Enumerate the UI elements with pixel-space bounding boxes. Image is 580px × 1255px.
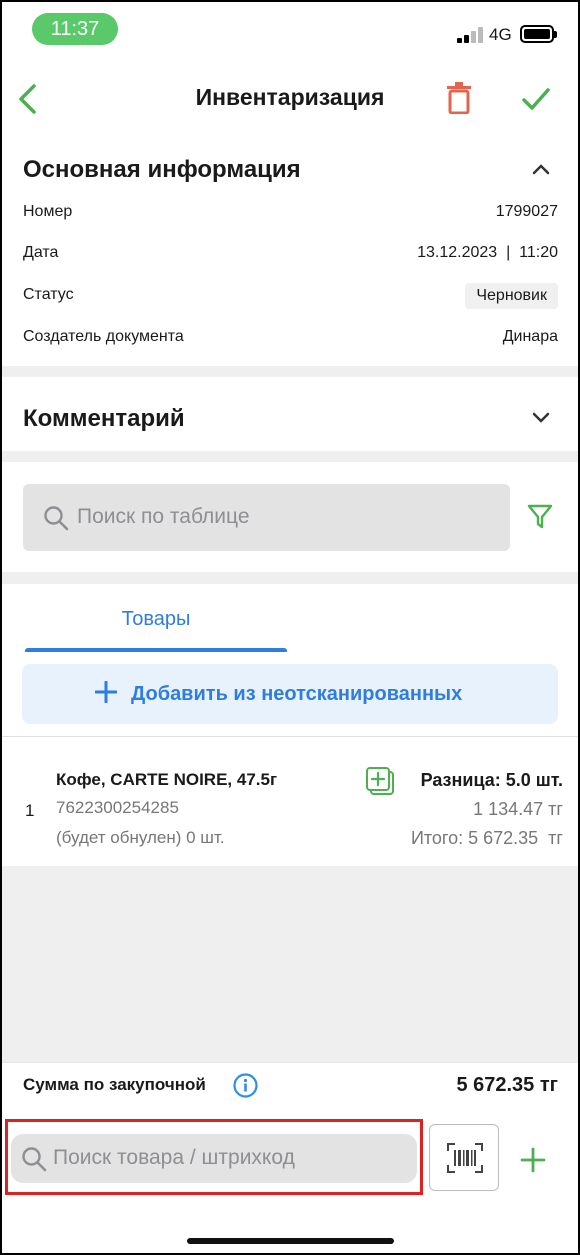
network-type: 4G [489, 25, 512, 44]
basic-info-title: Основная информация [23, 156, 301, 183]
home-indicator [187, 1238, 394, 1244]
sum-label: Сумма по закупочной [23, 1075, 206, 1094]
filter-button[interactable] [527, 503, 553, 531]
info-label: Статус [23, 286, 74, 303]
status-badge: Черновик [465, 283, 558, 309]
comment-section[interactable]: Комментарий [0, 377, 580, 451]
check-icon [522, 88, 550, 110]
tab-goods[interactable]: Товары [25, 584, 287, 652]
plus-icon [520, 1147, 546, 1173]
info-label: Дата [23, 244, 59, 261]
confirm-button[interactable] [520, 84, 552, 114]
comment-title: Комментарий [23, 405, 185, 432]
table-search-section: Поиск по таблице [0, 462, 580, 572]
search-icon [22, 1147, 47, 1172]
trash-icon [447, 82, 471, 115]
product-barcode: 7622300254285 [56, 798, 179, 817]
info-row-number: Номер 1799027 [23, 200, 558, 226]
barcode-icon [447, 1143, 483, 1173]
battery-icon [520, 25, 557, 43]
info-value: 13.12.2023 | 11:20 [417, 244, 558, 261]
goods-search-placeholder: Поиск товара / штрихкод [53, 1146, 295, 1169]
info-icon[interactable] [233, 1073, 258, 1098]
info-label: Номер [23, 203, 73, 220]
goods-search-input[interactable]: Поиск товара / штрихкод [11, 1134, 417, 1183]
info-row-date: Дата 13.12.2023 | 11:20 [23, 241, 558, 267]
info-row-creator: Создатель документа Динара [23, 325, 558, 351]
search-placeholder: Поиск по таблице [77, 505, 250, 528]
sum-value: 5 672.35 тг [456, 1074, 558, 1096]
filter-icon [527, 504, 553, 529]
status-time: 11:37 [32, 13, 118, 45]
product-price: 1 134.47 тг [473, 799, 563, 819]
basic-info-section: Основная информация Номер 1799027 Дата 1… [0, 136, 580, 366]
row-index: 1 [25, 801, 35, 820]
table-search-input[interactable]: Поиск по таблице [23, 484, 510, 551]
status-bar: 11:37 4G [0, 0, 580, 62]
chevron-down-icon[interactable] [532, 411, 550, 423]
signal-icon [457, 27, 485, 43]
add-from-unscanned-button[interactable]: Добавить из неотсканированных [22, 664, 558, 724]
info-value: Динара [502, 328, 558, 345]
tab-underline [25, 648, 287, 652]
bottom-bar: Сумма по закупочной 5 672.35 тг Поиск то… [0, 1062, 580, 1255]
difference-icon [366, 767, 394, 795]
plus-icon [95, 681, 117, 703]
tab-goods-label: Товары [121, 608, 191, 630]
info-value: 1799027 [495, 203, 558, 220]
app-header: Инвентаризация [0, 62, 580, 136]
product-difference: Разница: 5.0 шт. [420, 770, 563, 790]
info-row-status: Статус Черновик [23, 283, 558, 311]
add-from-unscanned-label: Добавить из неотсканированных [131, 683, 463, 705]
chevron-up-icon[interactable] [532, 163, 550, 175]
info-label: Создатель документа [23, 328, 184, 345]
search-icon [44, 506, 69, 531]
barcode-scan-button[interactable] [429, 1124, 499, 1191]
page-title: Инвентаризация [195, 84, 385, 110]
product-name: Кофе, CARTE NOIRE, 47.5г [56, 770, 278, 789]
goods-tabs-section: Товары Добавить из неотсканированных [0, 584, 580, 736]
add-product-button[interactable] [520, 1147, 546, 1173]
product-total: Итого: 5 672.35 тг [410, 828, 563, 848]
product-reset-note: (будет обнулен) 0 шт. [56, 828, 225, 847]
table-row[interactable]: 1 Кофе, CARTE NOIRE, 47.5г 7622300254285… [0, 736, 580, 866]
delete-button[interactable] [446, 82, 472, 115]
